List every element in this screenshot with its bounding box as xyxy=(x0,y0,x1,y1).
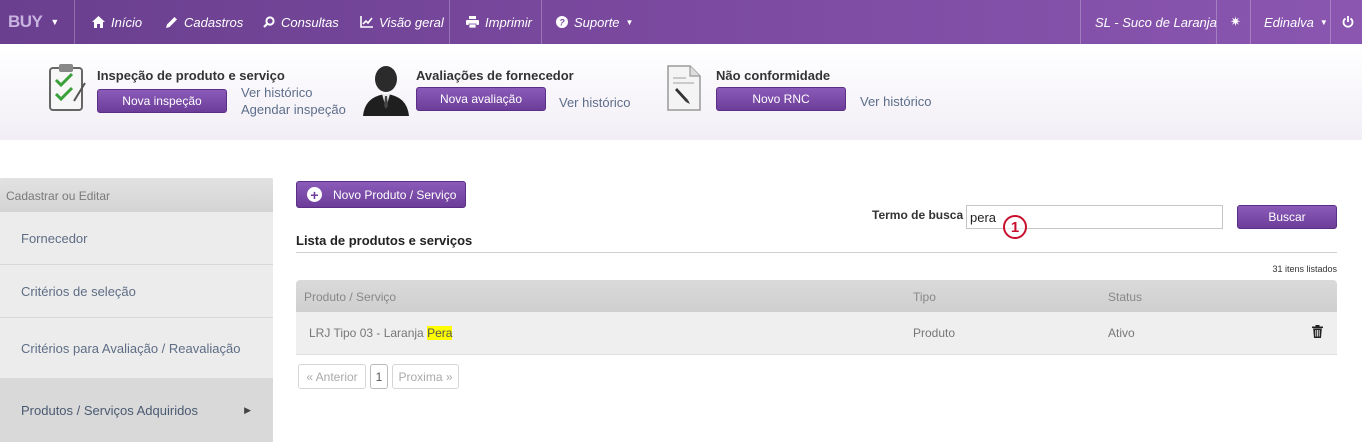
svg-text:?: ? xyxy=(559,18,565,28)
chevron-right-icon: ▶ xyxy=(244,404,251,415)
user-menu[interactable]: Edinalva ▼ xyxy=(1264,0,1328,44)
nav-item-imprimir[interactable]: Imprimir xyxy=(466,0,532,44)
printer-icon xyxy=(466,16,479,28)
nav-divider xyxy=(541,0,542,44)
search-icon xyxy=(263,16,275,28)
pagination-page[interactable]: 1 xyxy=(370,364,388,389)
sidebar-item-label: Fornecedor xyxy=(21,230,88,246)
sidebar-item-produtos-servicos[interactable]: Produtos / Serviços Adquiridos ▶ xyxy=(0,379,273,442)
inspection-history-link[interactable]: Ver histórico xyxy=(241,85,313,100)
sidebar-item-criterios-selecao[interactable]: Critérios de seleção xyxy=(0,265,273,318)
column-header-type[interactable]: Tipo xyxy=(913,290,936,304)
nav-divider xyxy=(1080,0,1081,44)
power-icon xyxy=(1342,16,1354,28)
sidebar-item-label: Critérios para Avaliação / Reavaliação xyxy=(21,340,241,356)
list-title: Lista de produtos e serviços xyxy=(296,233,473,248)
new-product-service-button[interactable]: + Novo Produto / Serviço xyxy=(296,181,466,208)
search-label: Termo de busca xyxy=(872,208,964,222)
settings-button[interactable]: ✷ xyxy=(1230,0,1241,44)
status-cell: Ativo xyxy=(1108,326,1135,340)
nav-divider xyxy=(1216,0,1217,44)
nav-item-suporte[interactable]: ? Suporte ▼ xyxy=(556,0,633,44)
pagination-next[interactable]: Proxima » xyxy=(392,364,459,389)
company-name: SL - Suco de Laranja xyxy=(1095,14,1217,30)
nav-item-label: Imprimir xyxy=(485,14,532,30)
company-selector[interactable]: SL - Suco de Laranja xyxy=(1095,0,1217,44)
new-rnc-button[interactable]: Novo RNC xyxy=(716,87,846,111)
sidebar-item-fornecedor[interactable]: Fornecedor xyxy=(0,212,273,265)
product-name-text: LRJ Tipo 03 - Laranja xyxy=(309,326,428,340)
sidebar-item-label: Produtos / Serviços Adquiridos xyxy=(21,402,199,418)
type-cell: Produto xyxy=(913,326,956,340)
nav-item-inicio[interactable]: Início xyxy=(92,0,142,44)
chart-icon xyxy=(360,16,373,28)
plus-icon: + xyxy=(307,187,322,202)
schedule-inspection-link[interactable]: Agendar inspeção xyxy=(241,102,346,117)
help-icon: ? xyxy=(556,16,568,28)
inspection-title: Inspeção de produto e serviço xyxy=(97,68,285,83)
sidebar-item-label: Critérios de seleção xyxy=(21,283,136,299)
column-header-status[interactable]: Status xyxy=(1108,290,1142,304)
nav-divider xyxy=(1250,0,1251,44)
column-header-product[interactable]: Produto / Serviço xyxy=(304,290,396,304)
search-button[interactable]: Buscar xyxy=(1237,205,1337,229)
product-name-cell: LRJ Tipo 03 - Laranja Pera xyxy=(309,326,453,340)
user-name: Edinalva xyxy=(1264,14,1314,30)
nav-item-consultas[interactable]: Consultas xyxy=(263,0,339,44)
nonconformity-title: Não conformidade xyxy=(716,68,831,83)
table-header: Produto / Serviço Tipo Status xyxy=(296,280,1337,312)
table-row[interactable]: LRJ Tipo 03 - Laranja Pera Produto Ativo xyxy=(296,312,1337,355)
pencil-icon xyxy=(166,17,177,28)
nav-divider xyxy=(449,0,450,44)
nav-item-label: Consultas xyxy=(281,14,339,30)
nav-item-visao-geral[interactable]: Visão geral xyxy=(360,0,444,44)
evaluation-history-link[interactable]: Ver histórico xyxy=(559,95,631,110)
businessman-icon xyxy=(363,66,409,116)
chevron-down-icon: ▼ xyxy=(1319,17,1328,27)
top-navbar: BUY ▼ Início Cadastros Consultas Visão g… xyxy=(0,0,1362,44)
new-product-service-label: Novo Produto / Serviço xyxy=(333,187,457,202)
nav-divider xyxy=(1330,0,1331,44)
search-highlight: Pera xyxy=(427,326,453,340)
callout-marker: 1 xyxy=(1003,215,1027,239)
new-inspection-button[interactable]: Nova inspeção xyxy=(97,89,227,113)
nav-divider xyxy=(74,0,75,44)
nav-item-label: Cadastros xyxy=(184,14,244,30)
rnc-history-link[interactable]: Ver histórico xyxy=(860,94,932,109)
brand-menu[interactable]: BUY ▼ xyxy=(8,0,59,44)
chevron-down-icon: ▼ xyxy=(625,17,634,27)
pagination-prev[interactable]: « Anterior xyxy=(298,364,366,389)
clipboard-check-icon xyxy=(49,64,86,111)
chevron-down-icon: ▼ xyxy=(50,17,59,27)
sidebar-item-criterios-avaliacao[interactable]: Critérios para Avaliação / Reavaliação xyxy=(0,318,273,379)
nav-item-label: Início xyxy=(111,14,143,30)
sidebar: Cadastrar ou Editar Fornecedor Critérios… xyxy=(0,178,273,442)
new-evaluation-button[interactable]: Nova avaliação xyxy=(416,87,546,111)
nav-item-label: Suporte xyxy=(574,14,620,30)
trash-icon[interactable] xyxy=(1312,325,1323,338)
logout-button[interactable] xyxy=(1342,0,1360,44)
home-icon xyxy=(92,16,105,28)
brand-logo: BUY xyxy=(8,12,43,31)
item-count: 31 itens listados xyxy=(1272,264,1337,274)
gear-icon: ✷ xyxy=(1230,14,1241,29)
document-edit-icon xyxy=(667,65,701,111)
divider xyxy=(296,252,1337,253)
nav-item-label: Visão geral xyxy=(379,14,444,30)
nav-item-cadastros[interactable]: Cadastros xyxy=(166,0,243,44)
quick-actions-bar: Inspeção de produto e serviço Nova inspe… xyxy=(0,44,1362,140)
sidebar-header: Cadastrar ou Editar xyxy=(0,178,273,212)
evaluation-title: Avaliações de fornecedor xyxy=(416,68,574,83)
